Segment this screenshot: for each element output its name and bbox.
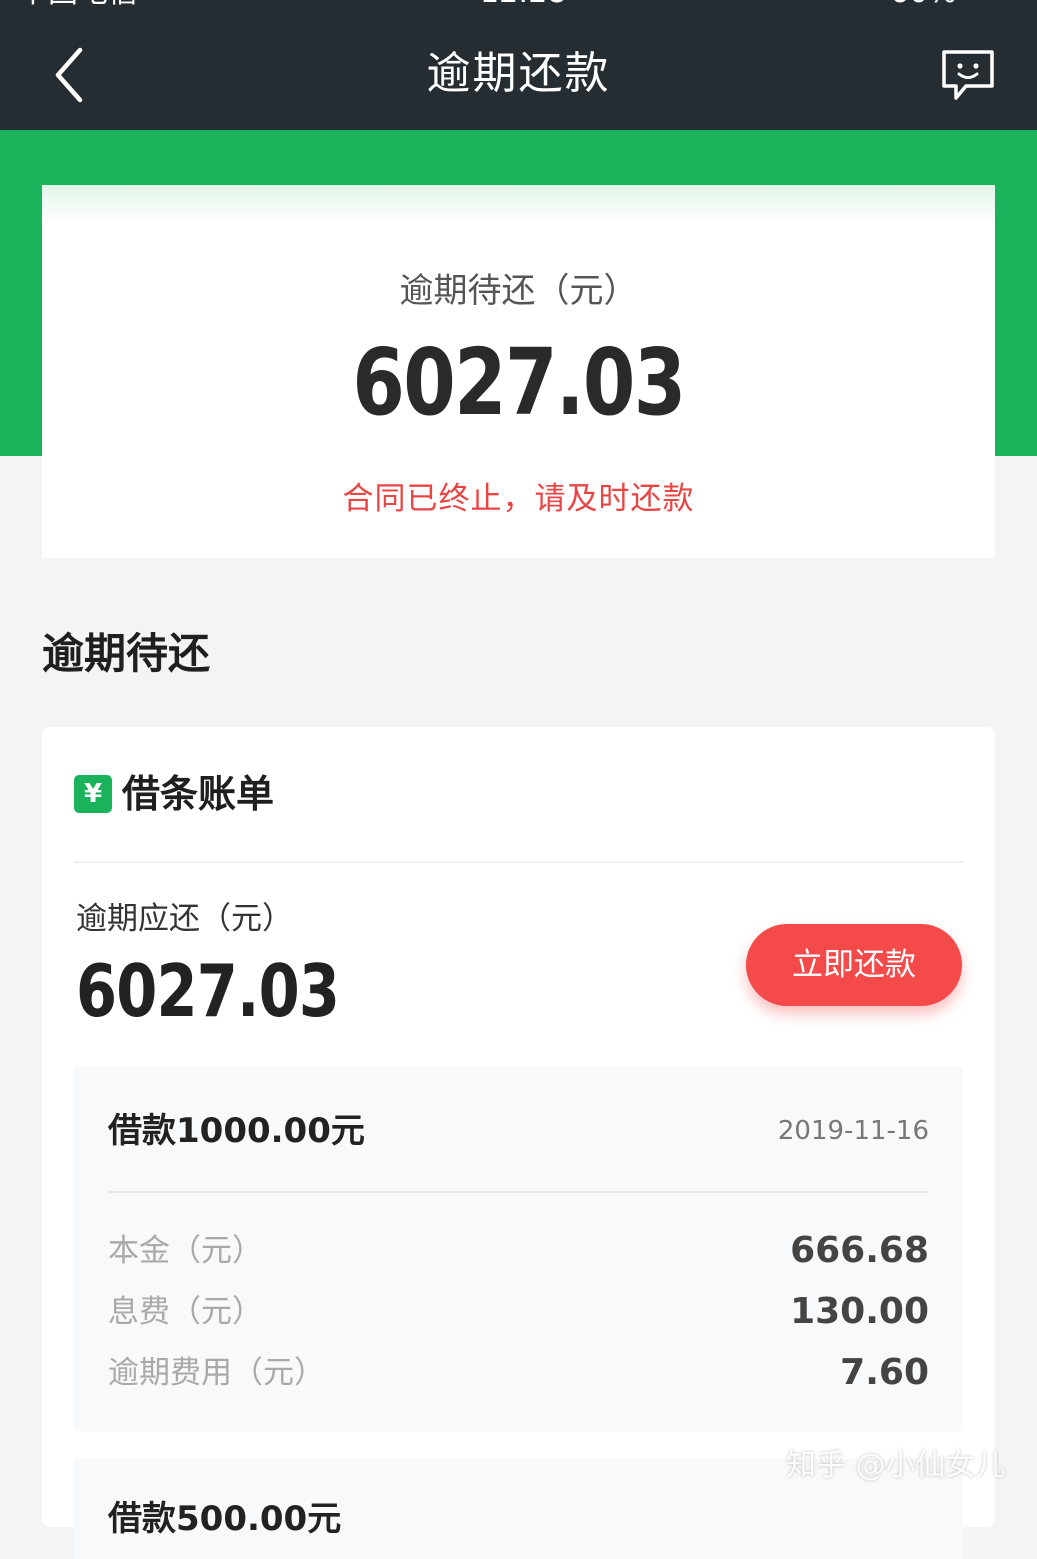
page-title: 逾期还款 <box>426 48 611 99</box>
divider <box>74 861 963 863</box>
contract-terminated-warning: 合同已终止，请及时还款 <box>342 481 695 517</box>
principal-label: 本金（元） <box>108 1233 263 1269</box>
feedback-button[interactable] <box>936 46 1000 106</box>
section-title: 逾期待还 <box>42 629 211 678</box>
overdue-fee-row: 逾期费用（元） 7.60 <box>108 1351 929 1395</box>
smiley-chat-icon <box>942 50 994 100</box>
status-bar: 中国电信 12:28 60% <box>0 0 1037 12</box>
overdue-fee-label: 逾期费用（元） <box>108 1355 325 1391</box>
due-amount-label: 逾期应还（元） <box>76 901 293 937</box>
loan-date: 2019-11-16 <box>777 1116 929 1146</box>
overdue-amount: 6027.03 <box>352 329 686 436</box>
bill-title: 借条账单 <box>122 772 275 816</box>
clock-label: 12:28 <box>480 0 566 8</box>
carrier-label: 中国电信 <box>18 0 138 8</box>
overdue-amount-label: 逾期待还（元） <box>399 271 638 311</box>
principal-row: 本金（元） 666.68 <box>108 1229 929 1273</box>
loan-detail[interactable]: 借款1000.00元 2019-11-16 本金（元） 666.68 息费（元）… <box>74 1067 963 1431</box>
watermark: 知乎 @小仙女儿 <box>786 1448 1006 1483</box>
loan-title: 借款1000.00元 <box>108 1111 365 1151</box>
divider <box>108 1191 929 1193</box>
bill-card: ¥ 借条账单 逾期应还（元） 6027.03 立即还款 借款1000.00元 2… <box>42 727 995 1559</box>
interest-fee-value: 130.00 <box>790 1291 929 1332</box>
battery-label: 60% <box>890 0 957 8</box>
overdue-summary-card: 逾期待还（元） 6027.03 合同已终止，请及时还款 <box>42 185 995 558</box>
due-amount: 6027.03 <box>76 949 340 1033</box>
nav-bar: 逾期还款 <box>0 12 1037 130</box>
interest-fee-label: 息费（元） <box>108 1294 263 1330</box>
overdue-fee-value: 7.60 <box>840 1352 929 1393</box>
yuan-icon: ¥ <box>74 775 112 813</box>
principal-value: 666.68 <box>790 1230 929 1271</box>
loan-title: 借款500.00元 <box>108 1499 342 1539</box>
interest-fee-row: 息费（元） 130.00 <box>108 1290 929 1334</box>
repay-now-button[interactable]: 立即还款 <box>746 924 962 1006</box>
